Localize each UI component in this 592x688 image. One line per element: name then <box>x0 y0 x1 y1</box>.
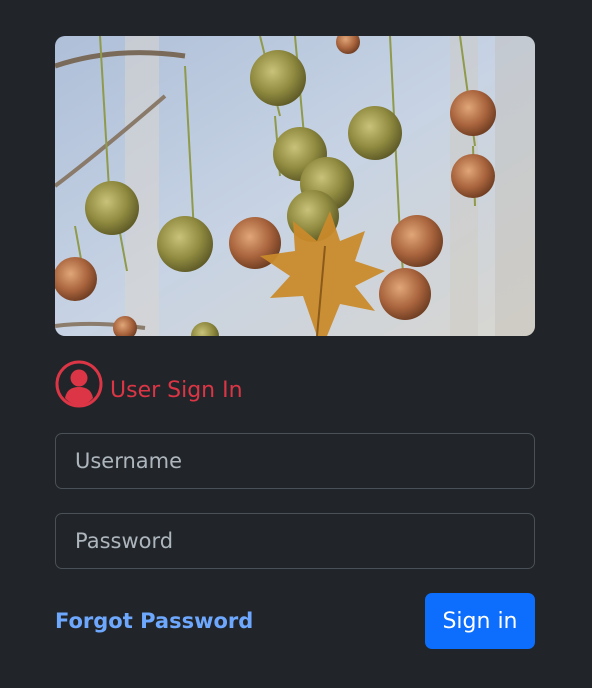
form-actions: Forgot Password Sign in <box>55 593 535 649</box>
username-input[interactable] <box>55 433 535 489</box>
user-circle-icon <box>55 360 103 408</box>
page-title: User Sign In <box>110 377 243 403</box>
forgot-password-link[interactable]: Forgot Password <box>55 609 253 633</box>
password-input[interactable] <box>55 513 535 569</box>
hero-image <box>55 36 535 336</box>
sign-in-button[interactable]: Sign in <box>425 593 535 649</box>
sign-in-card: User Sign In Forgot Password Sign in <box>55 36 535 649</box>
sign-in-heading: User Sign In <box>55 359 535 409</box>
